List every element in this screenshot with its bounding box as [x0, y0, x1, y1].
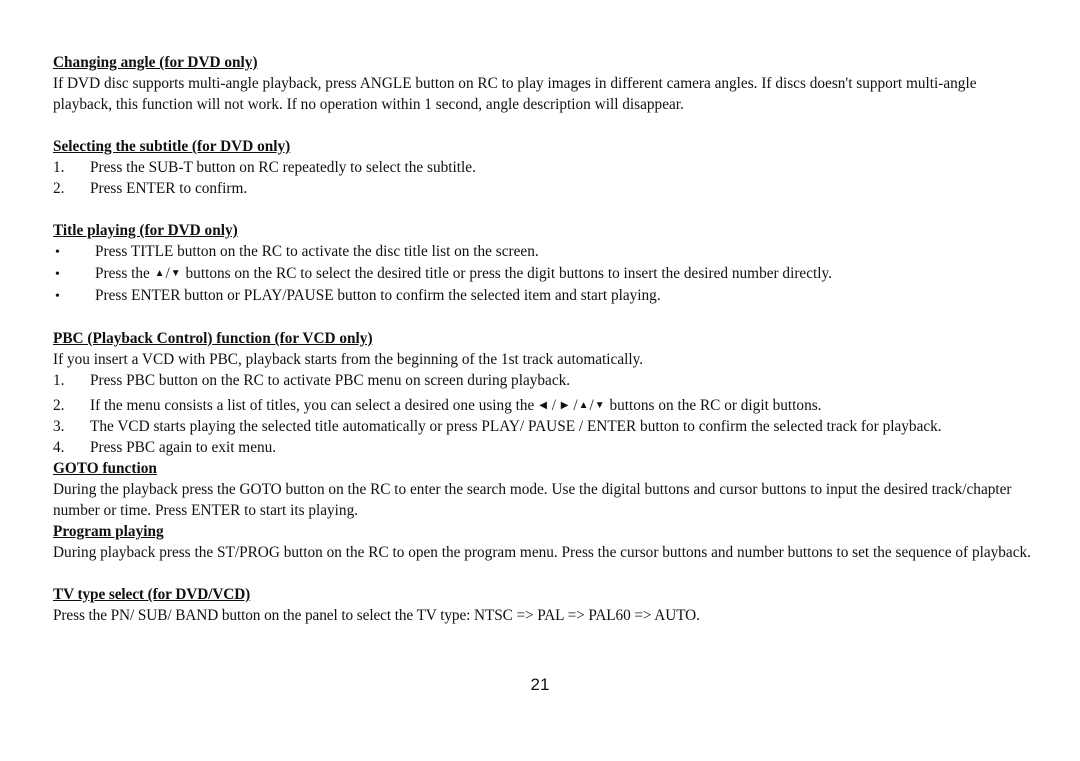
section-heading: Selecting the subtitle (for DVD only) — [53, 138, 291, 155]
section-heading: TV type select (for DVD/VCD) — [53, 586, 251, 603]
slash: / — [573, 397, 578, 414]
list-item: 4. Press PBC again to exit menu. — [53, 437, 1033, 458]
slash: / — [589, 397, 594, 414]
section-heading: Program playing — [53, 523, 164, 540]
list-number: 4. — [53, 439, 65, 456]
list-text: If the menu consists a list of titles, y… — [90, 395, 1033, 416]
section-heading: PBC (Playback Control) function (for VCD… — [53, 330, 373, 347]
section-heading: GOTO function — [53, 460, 157, 477]
section-intro: If you insert a VCD with PBC, playback s… — [53, 351, 644, 368]
list-text: The VCD starts playing the selected titl… — [90, 418, 942, 435]
section-heading: Changing angle (for DVD only) — [53, 54, 258, 71]
list-item: 3. The VCD starts playing the selected t… — [53, 416, 1033, 437]
section-selecting-subtitle: Selecting the subtitle (for DVD only) 1.… — [53, 136, 1033, 199]
section-changing-angle: Changing angle (for DVD only) If DVD dis… — [53, 52, 1033, 115]
list-text-post: buttons on the RC or digit buttons. — [609, 397, 822, 414]
list-text-post: buttons on the RC to select the desired … — [185, 265, 832, 282]
list-text: Press the SUB-T button on RC repeatedly … — [90, 159, 476, 176]
bullet-icon: • — [55, 289, 60, 304]
bullet-icon: • — [55, 245, 60, 260]
list-number: 2. — [53, 180, 65, 197]
list-text: Press PBC again to exit menu. — [90, 439, 277, 456]
up-arrow-icon: ▲ — [578, 400, 589, 411]
left-arrow-icon: ◀ — [539, 400, 547, 411]
list-text: Press the ▲/▼ buttons on the RC to selec… — [95, 263, 1033, 284]
list-text: Press PBC button on the RC to activate P… — [90, 372, 571, 389]
list-text-pre: Press the — [95, 265, 150, 282]
page-number: 21 — [530, 675, 550, 694]
list-number: 2. — [53, 397, 65, 414]
section-heading: Title playing (for DVD only) — [53, 222, 238, 239]
list-text: Press TITLE button on the RC to activate… — [95, 243, 539, 260]
section-program-playing: Program playing During playback press th… — [53, 521, 1033, 563]
manual-page: Changing angle (for DVD only) If DVD dis… — [53, 52, 1033, 626]
slash: / — [165, 265, 170, 282]
section-body: During playback press the ST/PROG button… — [53, 544, 1031, 561]
list-item: 1. Press PBC button on the RC to activat… — [53, 370, 1033, 391]
section-tv-type-select: TV type select (for DVD/VCD) Press the P… — [53, 584, 1033, 626]
section-title-playing: Title playing (for DVD only) • Press TIT… — [53, 220, 1033, 307]
list-number: 1. — [53, 372, 65, 389]
right-arrow-icon: ▶ — [560, 400, 569, 411]
list-text: Press ENTER button or PLAY/PAUSE button … — [95, 287, 661, 304]
slash: / — [551, 397, 556, 414]
bullet-icon: • — [55, 267, 60, 282]
list-item: 1. Press the SUB-T button on RC repeated… — [53, 157, 1033, 178]
list-item: 2. Press ENTER to confirm. — [53, 178, 1033, 199]
list-item: • Press the ▲/▼ buttons on the RC to sel… — [53, 263, 1033, 285]
section-body: During the playback press the GOTO butto… — [53, 481, 1012, 519]
down-arrow-icon: ▼ — [170, 268, 181, 279]
list-item: • Press ENTER button or PLAY/PAUSE butto… — [53, 285, 1033, 307]
up-arrow-icon: ▲ — [154, 268, 165, 279]
section-pbc-function: PBC (Playback Control) function (for VCD… — [53, 328, 1033, 458]
list-item: • Press TITLE button on the RC to activa… — [53, 241, 1033, 263]
list-number: 1. — [53, 159, 65, 176]
list-item: 2. If the menu consists a list of titles… — [53, 395, 1033, 416]
section-body: If DVD disc supports multi-angle playbac… — [53, 75, 977, 113]
list-number: 3. — [53, 418, 65, 435]
down-arrow-icon: ▼ — [594, 400, 605, 411]
section-goto-function: GOTO function During the playback press … — [53, 458, 1033, 521]
list-text: Press ENTER to confirm. — [90, 180, 248, 197]
section-body: Press the PN/ SUB/ BAND button on the pa… — [53, 607, 700, 624]
list-text-pre: If the menu consists a list of titles, y… — [90, 397, 535, 414]
